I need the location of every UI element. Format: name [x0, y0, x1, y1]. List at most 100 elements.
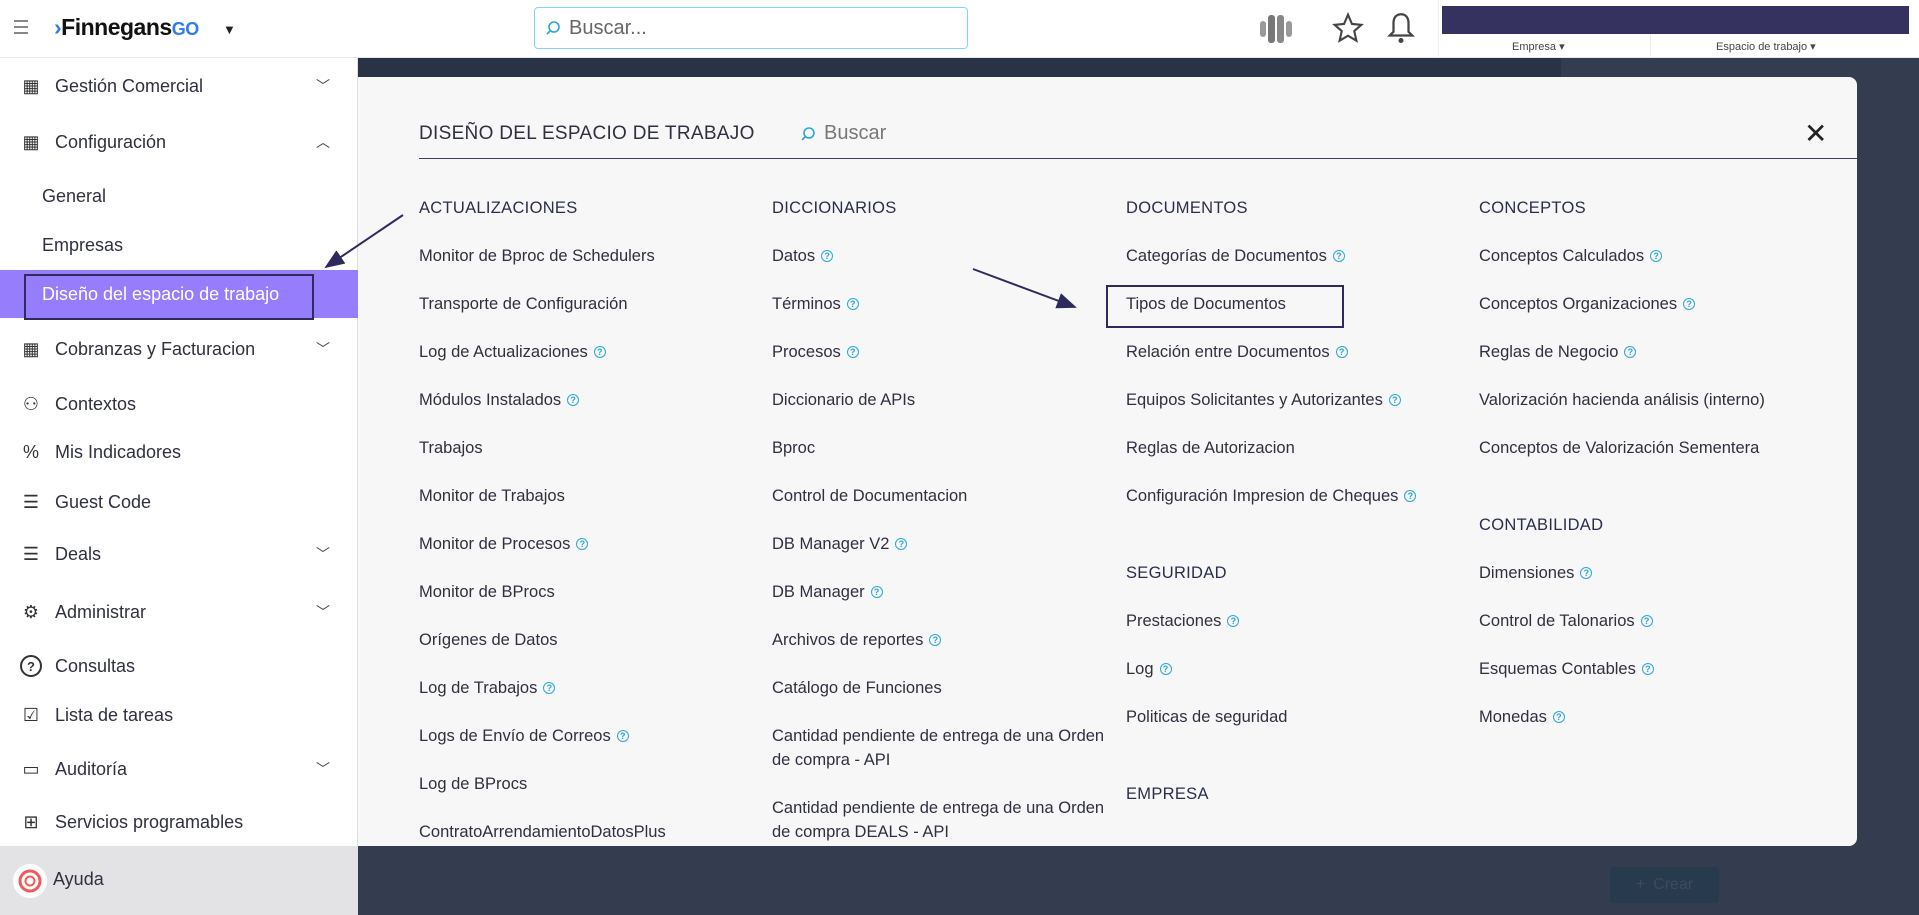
help-button[interactable]: Ayuda	[0, 846, 358, 915]
help-icon[interactable]: ?	[1404, 490, 1417, 502]
help-icon[interactable]: ?	[1332, 250, 1345, 262]
sidebar-item-label: Deals	[55, 543, 102, 564]
hamburger-menu-icon[interactable]	[14, 20, 28, 34]
menu-item[interactable]: Control de Documentacion	[772, 472, 1112, 520]
help-icon[interactable]: ?	[593, 346, 606, 358]
menu-item[interactable]: Conceptos Calculados?	[1479, 232, 1819, 280]
menu-item[interactable]: Esquemas Contables?	[1479, 645, 1819, 693]
menu-item[interactable]: Monitor de Trabajos	[419, 472, 759, 520]
sidebar-item-empresas[interactable]: Empresas	[0, 223, 358, 267]
menu-item-label: Conceptos Organizaciones	[1479, 295, 1678, 313]
menu-item[interactable]: DB Manager V2?	[772, 520, 1112, 568]
sidebar-item-label: Configuración	[55, 131, 167, 152]
menu-item[interactable]: Cantidad pendiente de entrega de una Ord…	[772, 784, 1112, 846]
menu-item[interactable]: Log?	[1126, 645, 1466, 693]
menu-item[interactable]: Trabajos	[419, 424, 759, 472]
menu-item[interactable]: Orígenes de Datos	[419, 616, 759, 664]
help-icon[interactable]: ?	[1388, 394, 1401, 406]
menu-item-label: Archivos de reportes	[772, 631, 924, 649]
menu-item[interactable]: Procesos?	[772, 328, 1112, 376]
menu-item[interactable]: Reglas de Negocio?	[1479, 328, 1819, 376]
menu-item[interactable]: Categorías de Documentos?	[1126, 232, 1466, 280]
menu-item-label: Cantidad pendiente de entrega de una Ord…	[772, 727, 1105, 769]
menu-item[interactable]: Diccionario de APIs	[772, 376, 1112, 424]
help-icon[interactable]: ?	[576, 538, 589, 550]
menu-item[interactable]: Transporte de Configuración	[419, 280, 759, 328]
menu-item[interactable]: Catálogo de Funciones	[772, 664, 1112, 712]
star-icon[interactable]	[1331, 12, 1365, 44]
menu-item[interactable]: Valorización hacienda análisis (interno)	[1479, 376, 1819, 424]
menu-item[interactable]: Control de Talonarios?	[1479, 597, 1819, 645]
help-icon[interactable]: ?	[1640, 615, 1653, 627]
building-icon: ▦	[22, 75, 40, 96]
sidebar-item-guest-code[interactable]: ☰ Guest Code	[0, 480, 358, 524]
menu-item[interactable]: Cantidad pendiente de entrega de una Ord…	[772, 712, 1112, 784]
sidebar-item-general[interactable]: General	[0, 174, 358, 218]
bell-icon[interactable]	[1386, 10, 1416, 46]
create-button[interactable]: + Crear	[1610, 867, 1719, 903]
menu-item[interactable]: Monitor de BProcs	[419, 568, 759, 616]
help-icon[interactable]: ?	[846, 298, 859, 310]
menu-item[interactable]: Log de Actualizaciones?	[419, 328, 759, 376]
menu-item[interactable]: Archivos de reportes?	[772, 616, 1112, 664]
help-icon[interactable]: ?	[567, 394, 580, 406]
close-icon[interactable]: ✕	[1804, 120, 1827, 148]
help-icon[interactable]: ?	[1683, 298, 1696, 310]
menu-item[interactable]: Relación entre Documentos?	[1126, 328, 1466, 376]
empresa-selector[interactable]: Empresa ▾	[1512, 40, 1565, 53]
menu-item[interactable]: Politicas de seguridad	[1126, 693, 1466, 741]
help-icon[interactable]: ?	[1624, 346, 1637, 358]
sidebar-item-gestion-comercial[interactable]: ▦ Gestión Comercial ﹀	[0, 64, 358, 108]
sidebar-item-administrar[interactable]: ⚙ Administrar ﹀	[0, 590, 358, 634]
sidebar-item-configuracion[interactable]: ▦ Configuración ︿	[0, 120, 358, 164]
sidebar-item-auditoria[interactable]: ▭ Auditoría ﹀	[0, 747, 358, 791]
menu-item[interactable]: Log de Trabajos?	[419, 664, 759, 712]
menu-item[interactable]: Equipos Solicitantes y Autorizantes?	[1126, 376, 1466, 424]
help-icon[interactable]: ?	[1552, 711, 1565, 723]
sidebar-item-servicios-programables[interactable]: ⊞ Servicios programables	[0, 800, 358, 844]
help-icon[interactable]: ?	[1641, 663, 1654, 675]
menu-item[interactable]: Conceptos de Valorización Sementera	[1479, 424, 1819, 472]
sidebar-item-mis-indicadores[interactable]: % Mis Indicadores	[0, 430, 358, 474]
help-icon[interactable]: ?	[616, 730, 629, 742]
help-icon[interactable]: ?	[1580, 567, 1593, 579]
menu-item[interactable]: Monitor de Bproc de Schedulers	[419, 232, 759, 280]
menu-item[interactable]: Dimensiones?	[1479, 549, 1819, 597]
section-header: CONCEPTOS	[1479, 199, 1586, 217]
help-icon[interactable]: ?	[821, 250, 834, 262]
help-icon[interactable]: ?	[1227, 615, 1240, 627]
modal-search-input[interactable]: Buscar	[800, 122, 886, 145]
menu-item[interactable]: Términos?	[772, 280, 1112, 328]
menu-item[interactable]: Bproc	[772, 424, 1112, 472]
brand-logo-icon[interactable]	[1258, 12, 1298, 46]
help-icon[interactable]: ?	[895, 538, 908, 550]
help-icon[interactable]: ?	[846, 346, 859, 358]
help-icon[interactable]: ?	[1335, 346, 1348, 358]
app-logo[interactable]: ›FinnegansGO	[54, 14, 199, 41]
workspace-selector[interactable]: Espacio de trabajo ▾	[1716, 40, 1816, 53]
help-icon[interactable]: ?	[1159, 663, 1172, 675]
menu-item[interactable]: ContratoArrendamientoDatosPlus	[419, 808, 759, 846]
sidebar-item-contextos[interactable]: ⚇ Contextos	[0, 382, 358, 426]
menu-item[interactable]: Log de BProcs	[419, 760, 759, 808]
sidebar-item-lista-tareas[interactable]: ☑ Lista de tareas	[0, 693, 358, 737]
menu-item[interactable]: Monitor de Procesos?	[419, 520, 759, 568]
app-switcher-caret-icon[interactable]: ▼	[223, 22, 236, 37]
menu-item[interactable]: Módulos Instalados?	[419, 376, 759, 424]
menu-item[interactable]: Configuración Impresion de Cheques?	[1126, 472, 1466, 520]
sidebar-item-consultas[interactable]: ? Consultas	[0, 644, 358, 688]
sidebar-item-deals[interactable]: ☰ Deals ﹀	[0, 532, 358, 576]
global-search-input[interactable]: Buscar...	[534, 7, 968, 49]
help-icon[interactable]: ?	[1650, 250, 1663, 262]
menu-item[interactable]: Datos?	[772, 232, 1112, 280]
help-icon[interactable]: ?	[929, 634, 942, 646]
menu-item[interactable]: Conceptos Organizaciones?	[1479, 280, 1819, 328]
menu-item[interactable]: DB Manager?	[772, 568, 1112, 616]
menu-item[interactable]: Monedas?	[1479, 693, 1819, 741]
help-icon[interactable]: ?	[870, 586, 883, 598]
menu-item[interactable]: Logs de Envío de Correos?	[419, 712, 759, 760]
menu-item[interactable]: Prestaciones?	[1126, 597, 1466, 645]
sidebar-item-cobranzas[interactable]: ▦ Cobranzas y Facturacion ﹀	[0, 327, 358, 371]
menu-item[interactable]: Reglas de Autorizacion	[1126, 424, 1466, 472]
help-icon[interactable]: ?	[543, 682, 556, 694]
